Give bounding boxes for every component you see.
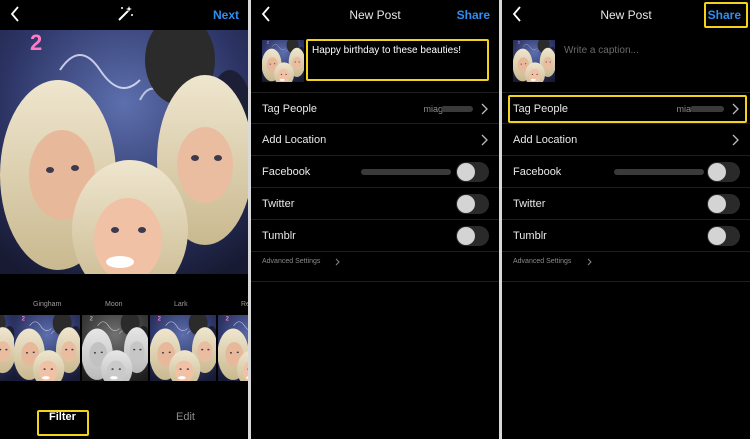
advanced-settings-row[interactable]: Advanced Settings: [251, 252, 499, 282]
add-location-row[interactable]: Add Location: [502, 124, 750, 156]
add-location-label: Add Location: [513, 134, 578, 146]
share-button[interactable]: Share: [708, 8, 741, 22]
tag-people-label: Tag People: [262, 103, 318, 115]
toggle-knob: [708, 227, 726, 245]
caption-placeholder[interactable]: Write a caption...: [564, 45, 639, 56]
twitter-label: Twitter: [262, 198, 295, 210]
twitter-row: Twitter: [502, 188, 750, 220]
chevron-right-icon: [335, 258, 340, 266]
chevron-right-icon: [481, 103, 488, 115]
add-location-row[interactable]: Add Location: [251, 124, 499, 156]
new-post-screen-tag: New Post Share Write a caption... Tag Pe…: [502, 0, 750, 439]
filter-label-moon: Moon: [105, 301, 123, 308]
filter-label-partial: Re: [241, 301, 248, 308]
filter-label-gingham: Gingham: [33, 301, 62, 308]
tag-people-row[interactable]: Tag People miag: [251, 92, 499, 124]
new-post-nav-bar: New Post Share: [251, 0, 499, 30]
tag-people-blurred: [441, 106, 473, 112]
tab-edit[interactable]: Edit: [176, 411, 195, 423]
tag-people-highlight: [508, 95, 747, 123]
filter-thumb-lark[interactable]: [150, 315, 216, 381]
chevron-right-icon: [587, 258, 592, 266]
toggle-knob: [457, 227, 475, 245]
filter-thumb-partial[interactable]: [218, 315, 248, 381]
facebook-label: Facebook: [262, 166, 311, 178]
filter-nav-bar: Next: [0, 0, 248, 30]
facebook-toggle[interactable]: [707, 162, 740, 182]
tumblr-toggle[interactable]: [456, 226, 489, 246]
facebook-row: Facebook: [251, 156, 499, 188]
next-button[interactable]: Next: [213, 8, 239, 22]
facebook-toggle[interactable]: [456, 162, 489, 182]
photo-preview: [0, 30, 248, 274]
twitter-toggle[interactable]: [707, 194, 740, 214]
new-post-screen-caption: New Post Share Happy birthday to these b…: [251, 0, 499, 439]
twitter-toggle[interactable]: [456, 194, 489, 214]
toggle-knob: [708, 163, 726, 181]
advanced-settings-link: Advanced Settings: [513, 258, 572, 265]
post-thumbnail: [513, 40, 555, 82]
filter-thumb-moon[interactable]: [82, 315, 148, 381]
facebook-row: Facebook: [502, 156, 750, 188]
add-location-label: Add Location: [262, 134, 327, 146]
back-chevron-icon[interactable]: [6, 4, 26, 24]
post-thumbnail: [262, 40, 304, 82]
chevron-right-icon: [732, 134, 739, 146]
facebook-account-blurred: [361, 169, 451, 175]
twitter-label: Twitter: [513, 198, 546, 210]
twitter-row: Twitter: [251, 188, 499, 220]
tumblr-label: Tumblr: [262, 230, 296, 242]
facebook-label: Facebook: [513, 166, 562, 178]
filter-thumb-gingham[interactable]: [14, 315, 80, 381]
filter-screen: Next Gingham Moon Lark Re Filter Edit: [0, 0, 248, 439]
toggle-knob: [457, 163, 475, 181]
tab-filter[interactable]: Filter: [49, 411, 76, 423]
tumblr-label: Tumblr: [513, 230, 547, 242]
chevron-right-icon: [481, 134, 488, 146]
advanced-settings-row[interactable]: Advanced Settings: [502, 252, 750, 282]
new-post-nav-bar: New Post Share: [502, 0, 750, 30]
filter-strip: Gingham Moon Lark Re: [0, 298, 248, 388]
caption-field[interactable]: Happy birthday to these beauties!: [312, 45, 461, 56]
toggle-knob: [708, 195, 726, 213]
filter-thumb-normal[interactable]: [0, 315, 14, 381]
advanced-settings-link: Advanced Settings: [262, 258, 321, 265]
share-button[interactable]: Share: [457, 8, 490, 22]
tumblr-row: Tumblr: [502, 220, 750, 252]
facebook-account-blurred: [614, 169, 704, 175]
tumblr-row: Tumblr: [251, 220, 499, 252]
toggle-knob: [457, 195, 475, 213]
filter-label-lark: Lark: [174, 301, 188, 308]
magic-wand-icon[interactable]: [116, 5, 134, 23]
tumblr-toggle[interactable]: [707, 226, 740, 246]
